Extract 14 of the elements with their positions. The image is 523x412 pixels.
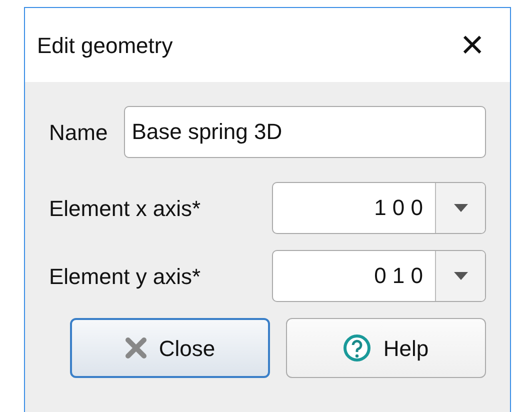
field-label: Name bbox=[49, 118, 108, 146]
close-button[interactable]: Close bbox=[70, 318, 270, 378]
name-field[interactable]: Base spring 3D bbox=[124, 106, 486, 158]
close-button[interactable]: × bbox=[454, 25, 490, 65]
dropdown-arrow-icon bbox=[454, 204, 468, 212]
help-button[interactable]: Help bbox=[286, 318, 486, 378]
window-title: Edit geometry bbox=[37, 32, 173, 60]
dropdown-arrow-icon bbox=[454, 272, 468, 280]
axis-combo-box[interactable]: 0 1 0 bbox=[272, 250, 486, 302]
axis-combo-box[interactable]: 1 0 0 bbox=[272, 182, 486, 234]
cross-icon bbox=[124, 337, 147, 359]
field-label: Element y axis* bbox=[49, 262, 201, 291]
help-icon bbox=[343, 334, 372, 362]
field-label: Element x axis* bbox=[49, 194, 201, 222]
